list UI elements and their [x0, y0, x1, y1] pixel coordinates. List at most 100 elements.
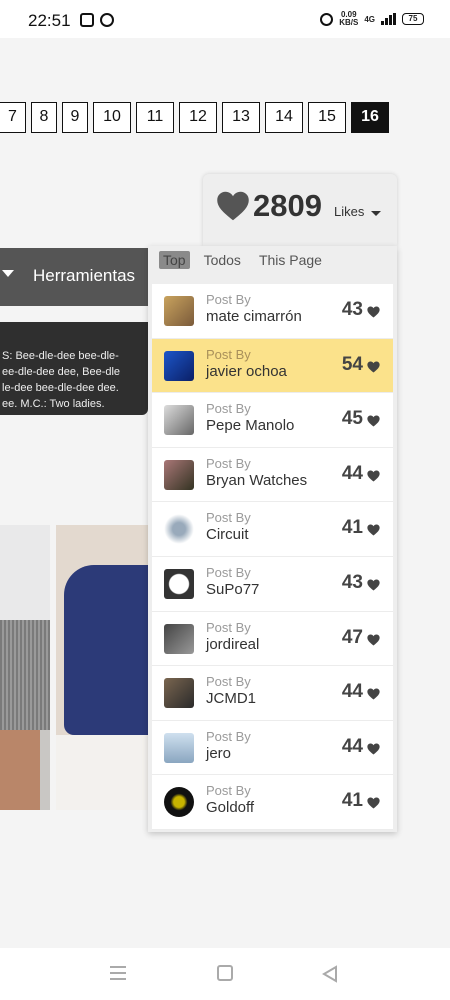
like-score: 43	[341, 299, 363, 320]
back-icon[interactable]	[322, 965, 338, 983]
avatar[interactable]	[164, 678, 194, 709]
author-name[interactable]: Goldoff	[206, 799, 254, 816]
page-button-14[interactable]: 14	[265, 102, 303, 133]
lyrics-line: le-dee bee-dle-dee dee.	[2, 382, 119, 394]
like-score: 47	[341, 626, 363, 648]
like-score: 41	[341, 790, 363, 812]
tab-todos[interactable]: Todos	[200, 251, 245, 269]
author-name[interactable]: Bryan Watches	[206, 472, 307, 489]
post-by-label: Post By	[206, 292, 251, 307]
author-name[interactable]: jero	[206, 745, 231, 762]
heart-icon	[366, 523, 381, 537]
product-image-right[interactable]	[56, 525, 152, 810]
post-by-label: Post By	[206, 455, 251, 471]
list-item[interactable]: Post By Goldoff 41	[152, 775, 393, 830]
heart-icon	[366, 742, 381, 756]
page-button-9[interactable]: 9	[62, 102, 88, 133]
list-item[interactable]: Post By Circuit 41	[152, 502, 393, 557]
page-button-15[interactable]: 15	[308, 102, 346, 133]
author-name[interactable]: JCMD1	[206, 690, 256, 707]
tab-this-page[interactable]: This Page	[255, 251, 326, 269]
post-by-label: Post By	[206, 401, 251, 417]
page-button-10[interactable]: 10	[93, 102, 131, 133]
mail-icon	[80, 13, 94, 27]
author-name[interactable]: jordireal	[206, 636, 259, 653]
avatar[interactable]	[164, 732, 194, 763]
pagination: 7 8 9 10 11 12 13 14 15 16	[0, 102, 389, 133]
likes-list: Post By mate cimarrón 43 Post By javier ocho…	[152, 284, 393, 830]
avatar[interactable]	[164, 459, 194, 490]
tab-top[interactable]: Top	[159, 251, 190, 269]
likes-tabs: Top Todos This Page	[159, 251, 326, 269]
avatar[interactable]	[164, 623, 194, 654]
like-score: 44	[341, 462, 363, 484]
post-by-label: Post By	[206, 564, 251, 580]
likes-label[interactable]: Likes	[334, 204, 364, 219]
like-score: 41	[341, 517, 363, 539]
tools-menu-bar[interactable]: Herramientas	[0, 248, 150, 306]
heart-icon	[217, 191, 249, 221]
avatar[interactable]	[164, 787, 194, 818]
author-name[interactable]: Pepe Manolo	[206, 417, 294, 434]
author-name[interactable]: Circuit	[206, 526, 249, 543]
page-button-16[interactable]: 16	[351, 102, 389, 133]
list-item[interactable]: Post By mate cimarrón 43	[152, 284, 393, 339]
network-type: 4G	[364, 14, 375, 24]
status-indicators: 0.09 KB/S 4G 75	[320, 11, 424, 27]
heart-icon	[366, 796, 381, 810]
status-bar: 22:51 0.09 KB/S 4G 75	[0, 0, 450, 38]
battery-icon: 75	[402, 13, 424, 25]
heart-icon	[366, 687, 381, 701]
status-time: 22:51	[28, 11, 71, 30]
heart-icon	[366, 578, 381, 592]
page-button-11[interactable]: 11	[136, 102, 174, 133]
likes-count: 2809	[253, 188, 322, 223]
likes-header[interactable]: 2809 Likes	[203, 174, 397, 246]
likes-panel: Top Todos This Page Post By mate cimarrón 43…	[148, 246, 397, 832]
avatar[interactable]	[164, 514, 194, 545]
list-item[interactable]: Post By javier ochoa 54	[152, 338, 393, 394]
net-speed-unit: KB/S	[339, 18, 359, 27]
heart-icon	[366, 469, 381, 483]
tools-menu-label[interactable]: Herramientas	[33, 266, 135, 286]
notification-icons	[80, 13, 114, 27]
post-by-label: Post By	[206, 619, 251, 635]
list-item[interactable]: Post By Bryan Watches 44	[152, 447, 393, 503]
page-button-7[interactable]: 7	[0, 102, 26, 133]
page-button-12[interactable]: 12	[179, 102, 217, 133]
menu-icon[interactable]	[110, 966, 126, 980]
avatar[interactable]	[164, 350, 194, 381]
alarm-icon	[320, 12, 334, 26]
system-nav-bar	[0, 948, 450, 1000]
lyrics-line: S: Bee-dle-dee bee-dle-	[2, 350, 119, 362]
page-button-8[interactable]: 8	[31, 102, 57, 133]
list-item[interactable]: Post By JCMD1 44	[152, 666, 393, 721]
list-item[interactable]: Post By Pepe Manolo 45	[152, 393, 393, 448]
heart-icon	[366, 414, 381, 428]
product-image-left[interactable]	[0, 525, 50, 810]
whatsapp-icon	[100, 13, 114, 27]
author-name[interactable]: javier ochoa	[206, 363, 287, 380]
chevron-down-icon[interactable]	[2, 270, 14, 277]
author-name[interactable]: mate cimarrón	[206, 308, 302, 325]
post-by-label: Post By	[206, 728, 251, 744]
chevron-down-icon[interactable]	[371, 211, 381, 216]
avatar[interactable]	[164, 405, 194, 436]
author-name[interactable]: SuPo77	[206, 581, 259, 598]
lyrics-box: S: Bee-dle-dee bee-dle-ee-dle-dee dee, B…	[0, 322, 148, 415]
avatar[interactable]	[164, 296, 194, 326]
list-item[interactable]: Post By jordireal 47	[152, 611, 393, 667]
list-item[interactable]: Post By jero 44	[152, 720, 393, 776]
post-by-label: Post By	[206, 346, 251, 362]
list-item[interactable]: Post By SuPo77 43	[152, 556, 393, 612]
like-score: 43	[341, 571, 363, 593]
post-by-label: Post By	[206, 510, 251, 526]
like-score: 45	[341, 408, 363, 430]
lyrics-line: ee-dle-dee dee, Bee-dle	[2, 366, 121, 378]
page-button-13[interactable]: 13	[222, 102, 260, 133]
heart-icon	[366, 305, 381, 319]
like-score: 44	[341, 681, 363, 703]
avatar[interactable]	[164, 568, 194, 599]
home-icon[interactable]	[217, 965, 233, 981]
signal-icon	[381, 13, 396, 25]
